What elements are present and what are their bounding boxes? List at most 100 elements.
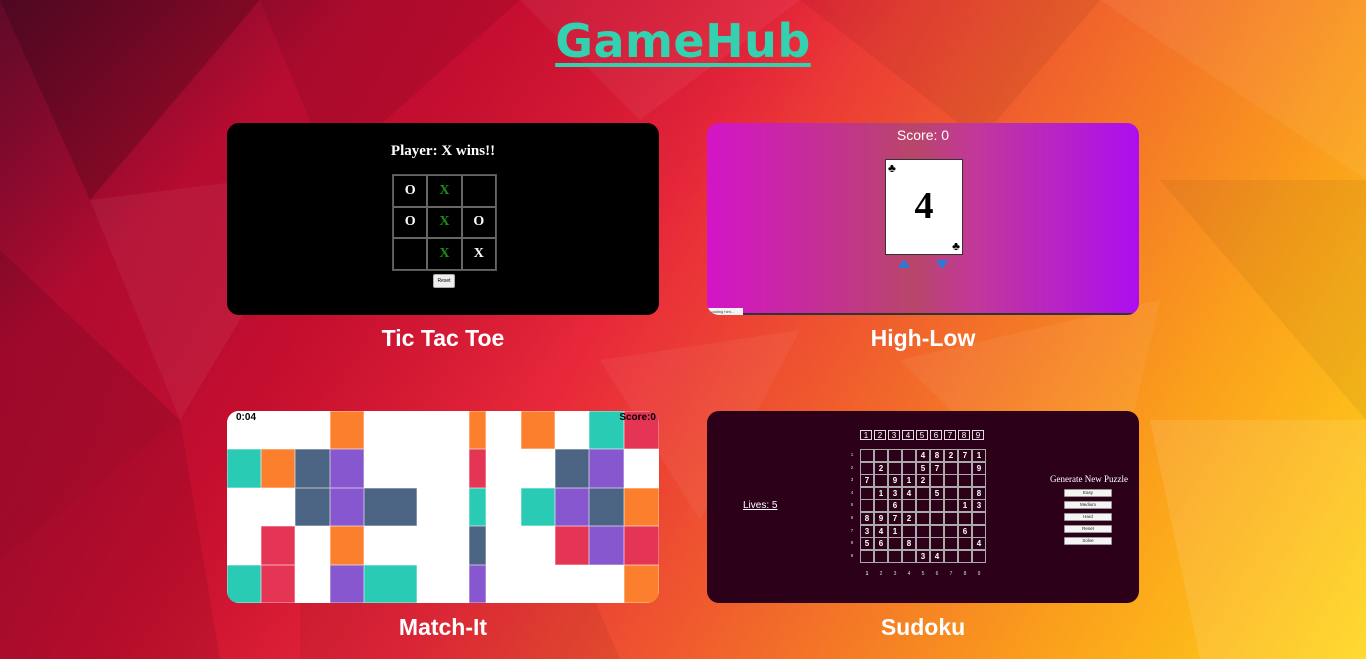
sudoku-cell[interactable]: 3: [888, 486, 902, 500]
sudoku-cell[interactable]: 5: [916, 461, 930, 475]
reset-button[interactable]: Reset: [1064, 525, 1112, 533]
sudoku-cell[interactable]: [874, 449, 888, 462]
sudoku-cell[interactable]: [916, 537, 930, 551]
sudoku-cell[interactable]: [902, 524, 916, 538]
matchit-preview-card[interactable]: 0:04 Score:0: [227, 411, 659, 603]
match-tile[interactable]: [486, 565, 521, 603]
sudoku-cell[interactable]: 7: [860, 474, 874, 488]
sudoku-cell[interactable]: [930, 499, 944, 513]
match-tile[interactable]: [589, 488, 624, 526]
sudoku-cell[interactable]: 8: [972, 486, 986, 500]
match-tile[interactable]: [330, 526, 364, 565]
match-tile[interactable]: [364, 526, 417, 565]
match-tile[interactable]: [417, 411, 469, 449]
match-tile[interactable]: [364, 488, 417, 526]
sudoku-cell[interactable]: 4: [902, 486, 916, 500]
lower-arrow-icon[interactable]: [936, 260, 948, 269]
match-tile[interactable]: [555, 565, 589, 603]
number-picker[interactable]: 3: [889, 571, 901, 577]
sudoku-cell[interactable]: 5: [860, 537, 874, 551]
match-tile[interactable]: [486, 488, 521, 526]
match-tile[interactable]: [624, 565, 659, 603]
board-cell[interactable]: [393, 238, 428, 270]
sudoku-cell[interactable]: 1: [958, 499, 972, 513]
sudoku-cell[interactable]: [860, 549, 874, 563]
match-tile[interactable]: [555, 488, 589, 526]
sudoku-cell[interactable]: 2: [874, 461, 888, 475]
match-tile[interactable]: [227, 488, 261, 526]
match-tile[interactable]: [624, 449, 659, 488]
match-tile[interactable]: [469, 411, 486, 449]
sudoku-cell[interactable]: 9: [874, 512, 888, 525]
sudoku-cell[interactable]: [860, 486, 874, 500]
match-tile[interactable]: [330, 488, 364, 526]
match-tile[interactable]: [295, 488, 330, 526]
sudoku-cell[interactable]: [944, 486, 958, 500]
match-tile[interactable]: [295, 411, 330, 449]
match-tile[interactable]: [227, 526, 261, 565]
sudoku-cell[interactable]: [958, 549, 972, 563]
sudoku-cell[interactable]: [860, 449, 874, 462]
sudoku-cell[interactable]: [874, 474, 888, 488]
sudoku-cell[interactable]: [958, 474, 972, 488]
highlow-preview-card[interactable]: Score: 0 ♣ 4 ♣ Loading hint...: [707, 123, 1139, 315]
match-tile[interactable]: [330, 565, 364, 603]
match-tile[interactable]: [364, 449, 417, 488]
match-tile[interactable]: [555, 449, 589, 488]
sudoku-cell[interactable]: 5: [930, 486, 944, 500]
sudoku-cell[interactable]: 4: [930, 549, 944, 563]
medium-button[interactable]: Medium: [1064, 501, 1112, 509]
sudoku-cell[interactable]: 8: [930, 449, 944, 462]
game-label-sudoku[interactable]: Sudoku: [707, 614, 1139, 641]
match-tile[interactable]: [589, 449, 624, 488]
match-tile[interactable]: [261, 565, 295, 603]
tictactoe-preview-card[interactable]: Player: X wins!! O X O X O X X Reset: [227, 123, 659, 315]
sudoku-cell[interactable]: [902, 461, 916, 475]
match-tile[interactable]: [330, 411, 364, 449]
match-tile[interactable]: [227, 449, 261, 488]
match-tile[interactable]: [330, 449, 364, 488]
reset-button[interactable]: Reset: [433, 274, 455, 288]
number-picker[interactable]: 2: [875, 571, 887, 577]
sudoku-cell[interactable]: [916, 524, 930, 538]
sudoku-cell[interactable]: [930, 512, 944, 525]
game-label-tictactoe[interactable]: Tic Tac Toe: [227, 325, 659, 352]
match-tile[interactable]: [521, 488, 555, 526]
sudoku-cell[interactable]: 1: [902, 474, 916, 488]
sudoku-cell[interactable]: [944, 474, 958, 488]
match-tile[interactable]: [364, 565, 417, 603]
sudoku-cell[interactable]: 1: [888, 524, 902, 538]
sudoku-cell[interactable]: 1: [874, 486, 888, 500]
sudoku-cell[interactable]: [888, 449, 902, 462]
match-tile[interactable]: [469, 449, 486, 488]
sudoku-cell[interactable]: [972, 549, 986, 563]
match-tile[interactable]: [624, 526, 659, 565]
match-tile[interactable]: [417, 449, 469, 488]
sudoku-cell[interactable]: [930, 474, 944, 488]
match-tile[interactable]: [521, 411, 555, 449]
sudoku-cell[interactable]: [944, 549, 958, 563]
sudoku-cell[interactable]: [902, 499, 916, 513]
match-tile[interactable]: [261, 526, 295, 565]
match-tile[interactable]: [486, 411, 521, 449]
hard-button[interactable]: Hard: [1064, 513, 1112, 521]
match-tile[interactable]: [261, 488, 295, 526]
match-tile[interactable]: [469, 526, 486, 565]
match-tile[interactable]: [469, 565, 486, 603]
sudoku-cell[interactable]: [916, 486, 930, 500]
sudoku-cell[interactable]: [944, 524, 958, 538]
easy-button[interactable]: Easy: [1064, 489, 1112, 497]
match-tile[interactable]: [295, 449, 330, 488]
sudoku-cell[interactable]: 6: [874, 537, 888, 551]
board-cell[interactable]: O: [393, 175, 428, 207]
match-tile[interactable]: [364, 411, 417, 449]
board-cell[interactable]: O: [461, 206, 496, 239]
sudoku-cell[interactable]: 7: [958, 449, 972, 462]
sudoku-cell[interactable]: 9: [888, 474, 902, 488]
board-cell[interactable]: O: [393, 206, 428, 239]
match-tile[interactable]: [521, 449, 555, 488]
match-tile[interactable]: [417, 565, 469, 603]
match-tile[interactable]: [227, 565, 261, 603]
sudoku-cell[interactable]: 1: [972, 449, 986, 462]
sudoku-cell[interactable]: [958, 512, 972, 525]
